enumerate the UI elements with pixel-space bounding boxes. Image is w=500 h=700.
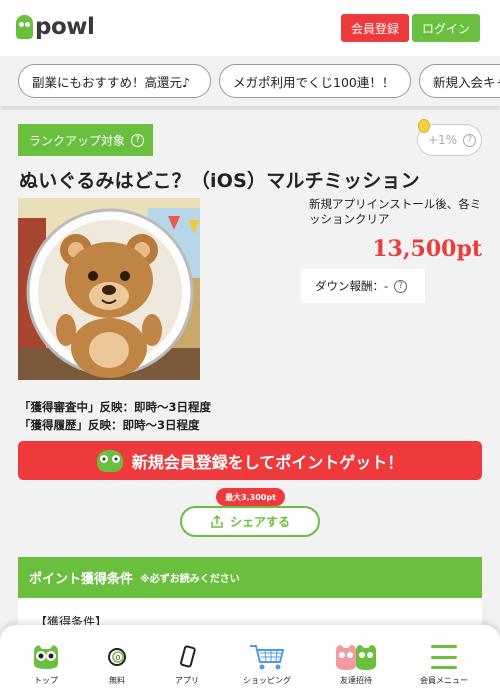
nav-item-member-menu[interactable]: 会員メニュー: [409, 639, 479, 697]
offer-thumbnail: [18, 198, 200, 380]
offer-title: ぬいぐるみはどこ？（iOS）マルチミッション: [19, 170, 420, 192]
menu-icon: [431, 639, 457, 675]
owl-icon: [31, 639, 61, 675]
nav-item-invite[interactable]: 友達招待: [321, 639, 391, 697]
help-icon[interactable]: ?: [131, 133, 145, 147]
bottom-navigation: トップ 0 無料 アプリ ショッピング 友達招待 会員メニュー: [0, 625, 500, 700]
down-reward-box[interactable]: ダウン報酬：- ?: [301, 269, 425, 303]
register-cta-button[interactable]: 新規会員登録をしてポイントゲット！: [18, 441, 482, 480]
down-reward-label: ダウン報酬：-: [315, 279, 389, 293]
history-note: 「獲得履歴」反映：即時～3日程度: [19, 418, 200, 432]
owl-icon: [96, 449, 123, 472]
nav-label: アプリ: [175, 676, 199, 685]
share-icon: [211, 514, 223, 528]
help-icon[interactable]: ?: [463, 133, 477, 147]
help-icon[interactable]: ?: [394, 279, 408, 293]
share-button[interactable]: シェアする: [180, 506, 320, 537]
nav-label: トップ: [34, 676, 58, 685]
review-note: 「獲得審査中」反映：即時～3日程度: [19, 400, 211, 414]
nav-item-top[interactable]: トップ: [11, 639, 81, 697]
conditions-title: ポイント獲得条件: [29, 572, 134, 587]
nav-item-shopping[interactable]: ショッピング: [232, 639, 302, 697]
free-icon: 0: [106, 639, 128, 675]
rank-up-tag[interactable]: ランクアップ対象 ?: [18, 124, 153, 156]
nav-label: ショッピング: [243, 676, 291, 685]
cta-label: 新規会員登録をしてポイントゲット！: [131, 452, 404, 472]
mission-condition-text: 新規アプリインストール後、各ミッションクリア: [309, 197, 482, 226]
reward-points: 13,500pt: [372, 236, 482, 262]
cart-icon: [248, 639, 286, 675]
owl-logo-icon: [16, 15, 33, 39]
nav-label: 友達招待: [340, 676, 372, 685]
campaign-chip[interactable]: 副業にもおすすめ！高還元♪: [18, 64, 211, 98]
coin-icon: [418, 119, 430, 133]
max-points-badge: 最大3,300pt: [216, 488, 285, 511]
nav-label: 無料: [109, 676, 125, 685]
conditions-note: ※必ずお読みください: [140, 574, 240, 585]
login-button[interactable]: ログイン: [412, 14, 480, 42]
rank-up-label: ランクアップ対象: [29, 133, 126, 148]
invite-icon: [334, 639, 378, 675]
nav-label: 会員メニュー: [420, 676, 468, 685]
register-button[interactable]: 会員登録: [341, 14, 409, 42]
conditions-heading: ポイント獲得条件 ※必ずお読みください: [18, 557, 482, 598]
nav-item-app[interactable]: アプリ: [152, 639, 222, 697]
campaign-chip[interactable]: 新規入会キャンペーン: [419, 64, 500, 98]
svg-text:0: 0: [116, 654, 120, 662]
logo-text: powl: [35, 14, 95, 40]
header: powl 会員登録 ログイン: [0, 0, 500, 56]
share-label: シェアする: [229, 515, 290, 529]
campaign-chip[interactable]: メガポ利用でくじ100連！！: [219, 64, 411, 98]
powl-logo[interactable]: powl: [16, 14, 95, 40]
campaign-chip-bar[interactable]: 副業にもおすすめ！高還元♪ メガポ利用でくじ100連！！ 新規入会キャンペーン: [0, 56, 500, 106]
nav-item-free[interactable]: 0 無料: [82, 639, 152, 697]
bonus-rate: +1%: [428, 133, 458, 147]
smartphone-icon: [177, 639, 197, 675]
